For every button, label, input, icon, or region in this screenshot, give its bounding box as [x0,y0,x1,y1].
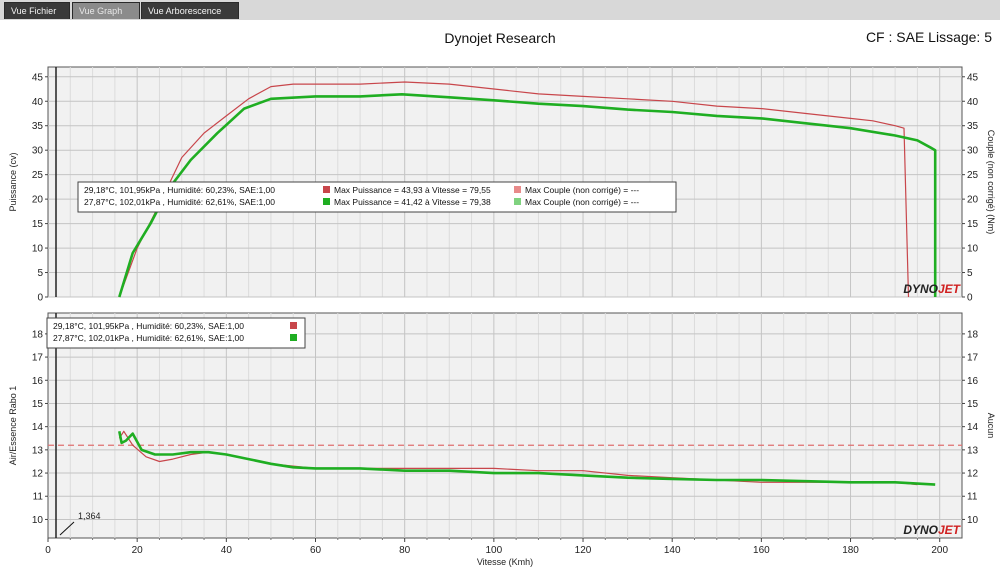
x-tick-label: 40 [221,545,233,556]
y-tick-label-left: 15 [32,219,44,230]
y-tick-label-left: 16 [32,376,44,387]
y-tick-label-left: 0 [37,293,43,304]
dynojet-logo: DYNOJET [903,282,961,296]
y-tick-label-left: 25 [32,170,44,181]
dyno-charts: 0 5 10 15 20 25 30 35 40 45 0 5 10 15 20 25 30 35 40 45 Puis… [8,66,996,567]
y-tick-label-right: 40 [967,97,979,108]
x-tick-label: 0 [45,545,51,556]
y-tick-label-right: 0 [967,293,973,304]
y-axis-label-right: Couple (non corrigé) (Nm) [986,130,996,235]
y-tick-label-left: 10 [32,515,44,526]
legend-conditions: 27,87°C, 102,01kPa , Humidité: 62,61%, S… [84,197,275,207]
y-tick-label-left: 40 [32,97,44,108]
y-tick-label-right: 12 [967,469,979,480]
x-tick-label: 180 [842,545,859,556]
y-tick-label-right: 5 [967,268,973,279]
y-tick-label-right: 10 [967,244,979,255]
x-tick-label: 140 [664,545,681,556]
y-tick-label-left: 17 [32,353,44,364]
legend-swatch-afr [290,322,297,329]
y-tick-label-right: 11 [967,492,978,503]
legend-max-power: Max Puissance = 43,93 à Vitesse = 79,55 [334,185,491,195]
y-tick-label-right: 20 [967,195,979,206]
y-tick-label-right: 17 [967,353,979,364]
y-tick-label-right: 10 [967,515,979,526]
x-tick-label: 60 [310,545,322,556]
y-tick-label-right: 18 [967,329,979,340]
y-tick-label-left: 18 [32,329,44,340]
legend-swatch-afr [290,334,297,341]
y-tick-label-left: 45 [32,72,44,83]
legend-swatch-couple [514,186,521,193]
y-tick-label-right: 15 [967,219,979,230]
y-tick-label-left: 11 [33,492,44,503]
y-tick-label-right: 30 [967,146,979,157]
y-tick-label-left: 5 [37,268,43,279]
y-tick-label-left: 13 [32,445,44,456]
legend-swatch-power [323,198,330,205]
y-tick-label-right: 15 [967,399,979,410]
y-tick-label-left: 15 [32,399,44,410]
y-axis-label-left: Air/Essence Rabo 1 [8,386,18,466]
x-tick-label: 100 [486,545,503,556]
y-tick-label-left: 30 [32,146,44,157]
x-tick-label: 120 [575,545,592,556]
legend-max-couple: Max Couple (non corrigé) = --- [525,185,639,195]
legend-conditions: 29,18°C, 101,95kPa , Humidité: 60,23%, S… [53,321,244,331]
y-axis-label-right: Aucun [986,413,996,439]
x-tick-label: 20 [132,545,144,556]
legend-max-power: Max Puissance = 41,42 à Vitesse = 79,38 [334,197,491,207]
y-tick-label-right: 16 [967,376,979,387]
y-tick-label-left: 35 [32,121,44,132]
y-tick-label-right: 13 [967,445,979,456]
legend-conditions: 29,18°C, 101,95kPa , Humidité: 60,23%, S… [84,185,275,195]
cursor-value-label: 1,364 [78,511,101,521]
y-tick-label-left: 14 [32,422,44,433]
legend-swatch-couple [514,198,521,205]
y-tick-label-left: 12 [32,469,44,480]
y-tick-label-right: 45 [967,72,979,83]
y-tick-label-right: 14 [967,422,979,433]
legend-max-couple: Max Couple (non corrigé) = --- [525,197,639,207]
dynojet-logo: DYNOJET [903,523,961,537]
y-tick-label-right: 35 [967,121,979,132]
legend-swatch-power [323,186,330,193]
x-tick-label: 80 [399,545,411,556]
legend-conditions: 27,87°C, 102,01kPa , Humidité: 62,61%, S… [53,333,244,343]
y-tick-label-right: 25 [967,170,979,181]
x-tick-label: 160 [753,545,770,556]
x-axis-label: Vitesse (Kmh) [477,557,533,567]
y-tick-label-left: 10 [32,244,44,255]
x-tick-label: 200 [931,545,948,556]
y-tick-label-left: 20 [32,195,44,206]
y-axis-label-left: Puissance (cv) [8,152,18,211]
